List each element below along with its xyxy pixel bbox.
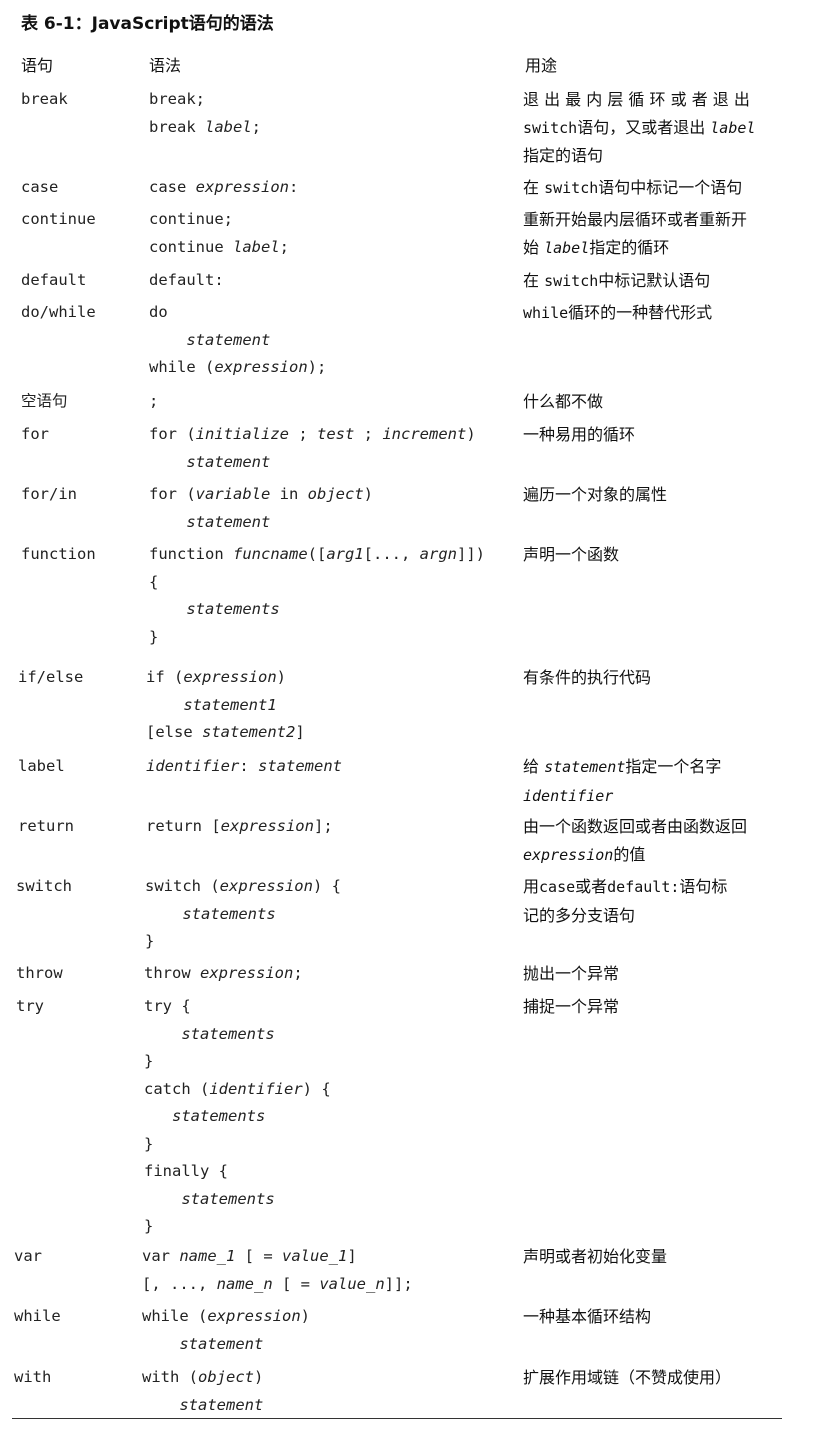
statement-name-while: while xyxy=(14,1307,61,1325)
statement-purpose-do-while: while循环的一种替代形式 xyxy=(523,303,713,322)
statement-syntax-if-else: if (expression) statement1 [else statemen… xyxy=(146,668,305,741)
statement-syntax-case: case expression: xyxy=(149,178,299,196)
statement-syntax-try: try { statements} catch (identifier) { st… xyxy=(144,997,331,1235)
statement-purpose-with: 扩展作用域链（不赞成使用） xyxy=(523,1368,732,1387)
statement-purpose-for: 一种易用的循环 xyxy=(523,425,636,444)
statement-name----: 空语句 xyxy=(21,392,68,410)
statement-name-case: case xyxy=(21,178,59,196)
statement-syntax-for: for (initialize ; test ; increment) stat… xyxy=(149,425,476,471)
table-caption: 表 6-1：JavaScript语句的语法 xyxy=(21,14,274,34)
statement-name-try: try xyxy=(16,997,44,1015)
statement-purpose-while: 一种基本循环结构 xyxy=(523,1307,652,1326)
column-header-purpose: 用途 xyxy=(525,56,558,75)
statement-name-with: with xyxy=(14,1368,52,1386)
statement-name-label: label xyxy=(18,757,65,775)
column-header-statement: 语句 xyxy=(21,56,54,75)
statement-syntax-switch: switch (expression) { statements} xyxy=(145,877,341,950)
statement-name-for-in: for/in xyxy=(21,485,77,503)
statement-syntax-break: break; break label; xyxy=(149,90,262,136)
statement-syntax-for-in: for (variable in object) statement xyxy=(149,485,373,531)
statement-purpose-try: 捕捉一个异常 xyxy=(523,997,620,1016)
statement-syntax-continue: continue; continue label; xyxy=(149,210,290,256)
statement-name-continue: continue xyxy=(21,210,96,228)
statement-purpose-case: 在 switch语句中标记一个语句 xyxy=(523,178,743,197)
statement-syntax-do-while: do statement while (expression); xyxy=(149,303,327,376)
statement-name-var: var xyxy=(14,1247,42,1265)
statement-purpose-throw: 抛出一个异常 xyxy=(523,964,620,983)
statement-name-if-else: if/else xyxy=(18,668,84,686)
statement-name-break: break xyxy=(21,90,68,108)
statement-purpose-return: 由一个函数返回或者由函数返回 expression的值 xyxy=(523,817,748,864)
statement-purpose-switch: 用case或者default:语句标 记的多分支语句 xyxy=(523,877,728,925)
statement-syntax-var: var name_1 [ = value_1] [, ..., name_n [ … xyxy=(142,1247,413,1293)
statement-syntax-throw: throw expression; xyxy=(144,964,303,982)
statement-purpose-var: 声明或者初始化变量 xyxy=(523,1247,668,1266)
statement-syntax-return: return [expression]; xyxy=(146,817,333,835)
column-header-syntax: 语法 xyxy=(149,56,182,75)
statement-purpose----: 什么都不做 xyxy=(523,392,604,411)
bottom-rule xyxy=(12,1418,782,1419)
statement-name-do-while: do/while xyxy=(21,303,96,321)
statement-name-throw: throw xyxy=(16,964,63,982)
statement-name-switch: switch xyxy=(16,877,72,895)
statement-purpose-break: 退 出 最 内 层 循 环 或 者 退 出 switch语句，又或者退出 labe… xyxy=(523,90,756,165)
statement-purpose-for-in: 遍历一个对象的属性 xyxy=(523,485,668,504)
statement-syntax-while: while (expression) statement xyxy=(142,1307,310,1353)
statement-purpose-label: 给 statement指定一个名字 identifier xyxy=(523,757,722,805)
statement-name-return: return xyxy=(18,817,74,835)
statement-syntax-label: identifier: statement xyxy=(146,757,342,775)
statement-name-default: default xyxy=(21,271,87,289)
statement-syntax-with: with (object) statement xyxy=(142,1368,264,1414)
statement-purpose-if-else: 有条件的执行代码 xyxy=(523,668,652,687)
statement-purpose-default: 在 switch中标记默认语句 xyxy=(523,271,711,290)
statement-syntax----: ; xyxy=(149,392,159,410)
statement-purpose-continue: 重新开始最内层循环或者重新开始 label指定的循环 xyxy=(523,210,748,257)
statement-syntax-default: default: xyxy=(149,271,224,289)
statement-name-function: function xyxy=(21,545,96,563)
statement-name-for: for xyxy=(21,425,49,443)
statement-purpose-function: 声明一个函数 xyxy=(523,545,620,564)
statement-syntax-function: function funcname([arg1[..., argn]]){ st… xyxy=(149,545,485,646)
